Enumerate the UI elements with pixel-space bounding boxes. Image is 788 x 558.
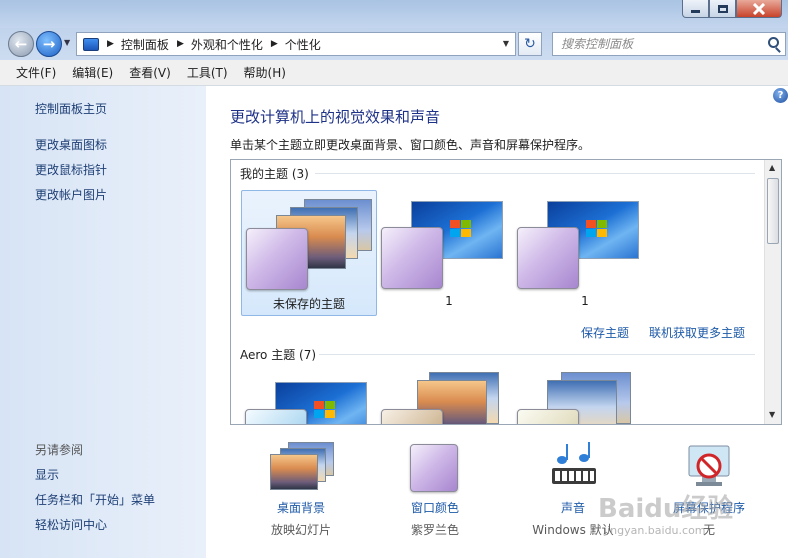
back-button[interactable]: ← [8,31,34,57]
control-panel-home-link[interactable]: 控制面板主页 [35,100,107,117]
aero-theme-item[interactable] [517,372,653,424]
menu-file[interactable]: 文件(F) [8,64,64,81]
theme-list-scrollbar[interactable]: ▲ ▼ [764,160,781,424]
color-swatch [245,409,307,424]
change-mouse-pointers-link[interactable]: 更改鼠标指针 [35,161,107,178]
chevron-right-icon[interactable]: ▶ [107,39,114,49]
chevron-right-icon[interactable]: ▶ [177,39,184,49]
title-bar [0,0,788,28]
color-swatch [381,409,443,424]
minimize-icon [691,10,700,13]
breadcrumb-personalization[interactable]: 个性化 [285,36,321,53]
watermark-url: jingyan.baidu.com [604,524,706,537]
scrollbar-thumb[interactable] [767,178,779,244]
close-icon [752,2,766,15]
window-color-value: 紫罗兰色 [410,523,459,537]
theme-item[interactable]: 1 [381,190,517,316]
change-account-picture-link[interactable]: 更改帐户图片 [35,186,107,203]
refresh-icon: ↻ [524,36,536,52]
window-color-icon [410,444,458,492]
sound-icon [552,442,596,484]
theme-item[interactable]: 1 [517,190,653,316]
baidu-watermark: Baidu经验 [598,494,734,524]
theme-name: 未保存的主题 [272,297,345,311]
menu-edit[interactable]: 编辑(E) [64,64,121,81]
breadcrumb-appearance[interactable]: 外观和个性化 [191,36,263,53]
aero-themes-heading: Aero 主题 (7) [240,348,317,362]
chevron-right-icon[interactable]: ▶ [271,39,278,49]
refresh-button[interactable]: ↻ [518,32,542,56]
windows-logo-icon [450,220,472,238]
recent-pages-dropdown[interactable]: ▼ [64,38,70,47]
search-box [552,32,786,56]
group-divider [315,173,755,174]
theme-name: 1 [581,294,589,308]
window-color-setting[interactable]: 窗口颜色 紫罗兰色 [370,442,500,542]
group-divider [319,354,755,355]
taskbar-start-menu-link[interactable]: 任务栏和「开始」菜单 [35,491,155,508]
control-panel-icon [83,37,99,51]
window-color-label[interactable]: 窗口颜色 [370,499,500,516]
task-pane: 控制面板主页 更改桌面图标 更改鼠标指针 更改帐户图片 另请参阅 显示 任务栏和… [0,86,206,558]
address-bar[interactable]: ▶ 控制面板 ▶ 外观和个性化 ▶ 个性化 ▼ [76,32,516,56]
color-swatch [246,228,308,290]
scroll-down-icon[interactable]: ▼ [769,410,775,419]
desktop-background-setting[interactable]: 桌面背景 放映幻灯片 [236,442,366,542]
desktop-background-value: 放映幻灯片 [270,523,331,537]
my-themes-heading: 我的主题 (3) [240,167,309,181]
menu-tools[interactable]: 工具(T) [179,64,236,81]
desktop-background-label[interactable]: 桌面背景 [236,499,366,516]
search-icon[interactable] [768,37,779,48]
color-swatch [381,227,443,289]
windows-logo-icon [314,401,336,419]
breadcrumb-control-panel[interactable]: 控制面板 [121,36,169,53]
theme-list[interactable]: 我的主题 (3) 未保存的主题 1 1 保存主题 联机获取更多主题 Aero 主… [230,159,782,425]
menu-bar: 文件(F) 编辑(E) 查看(V) 工具(T) 帮助(H) [0,60,788,86]
navigation-bar: ← → ▼ ▶ 控制面板 ▶ 外观和个性化 ▶ 个性化 ▼ ↻ [0,28,788,60]
ease-of-access-link[interactable]: 轻松访问中心 [35,516,107,533]
scroll-up-icon[interactable]: ▲ [769,163,775,172]
windows-logo-icon [586,220,608,238]
display-link[interactable]: 显示 [35,466,59,483]
color-swatch [517,409,579,424]
see-also-heading: 另请参阅 [35,443,84,457]
aero-theme-item[interactable] [241,372,377,424]
forward-arrow-icon: → [42,35,56,53]
menu-view[interactable]: 查看(V) [121,64,179,81]
change-desktop-icons-link[interactable]: 更改桌面图标 [35,136,107,153]
color-swatch [517,227,579,289]
save-theme-link[interactable]: 保存主题 [581,324,629,341]
page-title: 更改计算机上的视觉效果和声音 [230,108,441,126]
address-dropdown-icon[interactable]: ▼ [503,39,509,48]
help-icon[interactable]: ? [773,88,788,103]
aero-theme-item[interactable] [381,372,517,424]
forward-button[interactable]: → [36,31,62,57]
minimize-button[interactable] [682,0,709,18]
get-more-themes-link[interactable]: 联机获取更多主题 [649,324,745,341]
window-controls [682,0,782,18]
back-arrow-icon: ← [14,35,28,53]
search-input[interactable] [561,37,761,51]
page-description: 单击某个主题立即更改桌面背景、窗口颜色、声音和屏幕保护程序。 [230,138,591,152]
menu-help[interactable]: 帮助(H) [236,64,294,81]
theme-item-unsaved[interactable]: 未保存的主题 [241,190,377,316]
close-button[interactable] [736,0,782,18]
maximize-icon [717,4,728,13]
maximize-button[interactable] [709,0,736,18]
screensaver-icon [688,445,730,486]
theme-name: 1 [445,294,453,308]
